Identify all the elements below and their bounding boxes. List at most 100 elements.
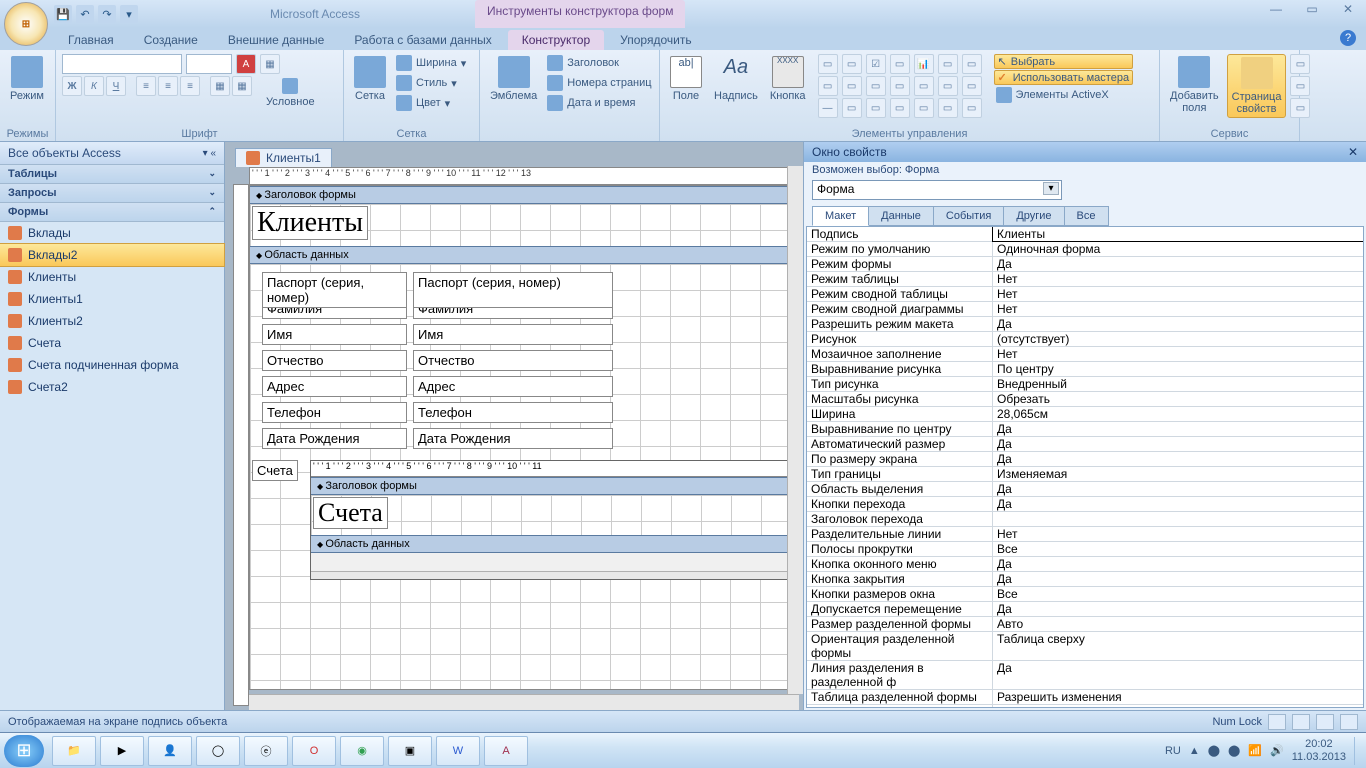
nav-item-form[interactable]: Счета2 bbox=[0, 376, 224, 398]
prop-tab-all[interactable]: Все bbox=[1064, 206, 1109, 226]
field-label[interactable]: Паспорт (серия, номер) bbox=[262, 272, 407, 308]
tray-icon[interactable]: ⬤ bbox=[1208, 744, 1220, 757]
property-value[interactable]: По центру bbox=[993, 362, 1363, 376]
property-value[interactable]: Нет bbox=[993, 302, 1363, 316]
property-value[interactable]: Да bbox=[993, 661, 1363, 689]
nav-item-form[interactable]: Клиенты2 bbox=[0, 310, 224, 332]
tab-external[interactable]: Внешние данные bbox=[214, 30, 339, 50]
subform-icon[interactable]: ▭ bbox=[1290, 54, 1310, 74]
field-control[interactable]: Имя bbox=[413, 324, 613, 345]
property-row[interactable]: Полосы прокруткиВсе bbox=[807, 542, 1363, 557]
document-tab[interactable]: Клиенты1 bbox=[235, 148, 332, 167]
header-button[interactable]: Заголовок bbox=[545, 54, 653, 72]
nav-item-form[interactable]: Клиенты1 bbox=[0, 288, 224, 310]
property-row[interactable]: ПодписьКлиенты bbox=[807, 227, 1363, 242]
align-left-icon[interactable]: ≡ bbox=[136, 76, 156, 96]
save-icon[interactable]: 💾 bbox=[54, 5, 72, 23]
property-value[interactable]: Да bbox=[993, 452, 1363, 466]
redo-icon[interactable]: ↷ bbox=[98, 5, 116, 23]
property-value[interactable]: Да bbox=[993, 257, 1363, 271]
ctrl-icon[interactable]: ▭ bbox=[962, 54, 982, 74]
nav-header[interactable]: Все объекты Access▾ « bbox=[0, 142, 224, 165]
property-row[interactable]: Автоматический размерДа bbox=[807, 437, 1363, 452]
property-value[interactable]: Разрешить изменения bbox=[993, 690, 1363, 704]
conditional-button[interactable]: Условное bbox=[262, 76, 319, 110]
label-control[interactable]: AaНадпись bbox=[710, 54, 762, 104]
tray-flag-icon[interactable]: ▲ bbox=[1189, 745, 1200, 757]
prop-tab-data[interactable]: Данные bbox=[868, 206, 934, 226]
task-opera[interactable]: O bbox=[292, 736, 336, 766]
align-right-icon[interactable]: ≡ bbox=[180, 76, 200, 96]
ctrl-icon[interactable]: ▭ bbox=[890, 54, 910, 74]
property-grid[interactable]: ПодписьКлиентыРежим по умолчаниюОдиночна… bbox=[806, 226, 1364, 708]
ctrl-icon[interactable]: ▭ bbox=[938, 98, 958, 118]
italic-button[interactable]: К bbox=[84, 76, 104, 96]
property-row[interactable]: Разрешить режим макетаДа bbox=[807, 317, 1363, 332]
field-control[interactable]: Адрес bbox=[413, 376, 613, 397]
property-row[interactable]: Режим формыДа bbox=[807, 257, 1363, 272]
tab-design[interactable]: Конструктор bbox=[508, 30, 604, 50]
nav-item-form[interactable]: Клиенты bbox=[0, 266, 224, 288]
property-value[interactable]: Да bbox=[993, 497, 1363, 511]
field-label[interactable]: Имя bbox=[262, 324, 407, 345]
tab-database[interactable]: Работа с базами данных bbox=[340, 30, 505, 50]
property-sheet-button[interactable]: Страница свойств bbox=[1227, 54, 1287, 118]
select-button[interactable]: ↖Выбрать bbox=[994, 54, 1134, 69]
task-app[interactable]: 👤 bbox=[148, 736, 192, 766]
property-row[interactable]: Мозаичное заполнениеНет bbox=[807, 347, 1363, 362]
task-ie[interactable]: ⓔ bbox=[244, 736, 288, 766]
nav-item-form[interactable]: Счета подчиненная форма bbox=[0, 354, 224, 376]
property-row[interactable]: Выравнивание рисункаПо центру bbox=[807, 362, 1363, 377]
textbox-control[interactable]: ab|Поле bbox=[666, 54, 706, 104]
property-value[interactable]: Авто bbox=[993, 617, 1363, 631]
nav-item-form[interactable]: Счета bbox=[0, 332, 224, 354]
ctrl-icon[interactable]: ▭ bbox=[890, 98, 910, 118]
view-button[interactable]: Режим bbox=[6, 54, 48, 104]
task-virtualbox[interactable]: ▣ bbox=[388, 736, 432, 766]
property-row[interactable]: Масштабы рисункаОбрезать bbox=[807, 392, 1363, 407]
bold-button[interactable]: Ж bbox=[62, 76, 82, 96]
property-value[interactable]: Да bbox=[993, 422, 1363, 436]
field-control[interactable]: Отчество bbox=[413, 350, 613, 371]
qat-customize-icon[interactable]: ▾ bbox=[120, 5, 138, 23]
task-explorer[interactable]: 📁 bbox=[52, 736, 96, 766]
propsheet-close-icon[interactable]: ✕ bbox=[1348, 145, 1358, 159]
task-app2[interactable]: ◉ bbox=[340, 736, 384, 766]
property-value[interactable]: Обрезать bbox=[993, 392, 1363, 406]
section-header-bar[interactable]: Заголовок формы bbox=[250, 186, 798, 204]
tray-network-icon[interactable]: 📶 bbox=[1248, 744, 1262, 757]
view-datasheet-icon[interactable] bbox=[1292, 714, 1310, 730]
property-value[interactable]: Нет bbox=[993, 287, 1363, 301]
add-fields-button[interactable]: Добавить поля bbox=[1166, 54, 1223, 116]
start-button[interactable]: ⊞ bbox=[4, 735, 44, 767]
field-control[interactable]: Паспорт (серия, номер) bbox=[413, 272, 613, 308]
scrollbar-horizontal[interactable] bbox=[249, 694, 799, 710]
show-desktop-button[interactable] bbox=[1354, 737, 1362, 765]
property-value[interactable]: Нет bbox=[993, 527, 1363, 541]
close-button[interactable]: ✕ bbox=[1336, 2, 1360, 16]
field-label[interactable]: Дата Рождения bbox=[262, 428, 407, 449]
underline-button[interactable]: Ч bbox=[106, 76, 126, 96]
field-label[interactable]: Адрес bbox=[262, 376, 407, 397]
undo-icon[interactable]: ↶ bbox=[76, 5, 94, 23]
ctrl-icon[interactable]: ▭ bbox=[842, 54, 862, 74]
field-label[interactable]: Телефон bbox=[262, 402, 407, 423]
property-row[interactable]: Кнопки переходаДа bbox=[807, 497, 1363, 512]
property-row[interactable]: Заголовок перехода bbox=[807, 512, 1363, 527]
property-value[interactable]: Да bbox=[993, 557, 1363, 571]
view-design-icon[interactable] bbox=[1340, 714, 1358, 730]
taborder-icon[interactable]: ▭ bbox=[1290, 98, 1310, 118]
tray-icon[interactable]: ⬤ bbox=[1228, 744, 1240, 757]
grid-button[interactable]: Сетка bbox=[350, 54, 390, 104]
ctrl-icon[interactable]: ▭ bbox=[818, 76, 838, 96]
help-icon[interactable]: ? bbox=[1340, 30, 1356, 46]
datetime-button[interactable]: Дата и время bbox=[545, 94, 653, 112]
property-value[interactable] bbox=[993, 512, 1363, 526]
property-value[interactable]: Да bbox=[993, 317, 1363, 331]
property-row[interactable]: Кнопка закрытияДа bbox=[807, 572, 1363, 587]
code-icon[interactable]: ▭ bbox=[1290, 76, 1310, 96]
field-control[interactable]: Телефон bbox=[413, 402, 613, 423]
property-row[interactable]: Режим таблицыНет bbox=[807, 272, 1363, 287]
section-detail-bar[interactable]: Область данных bbox=[250, 246, 798, 264]
scrollbar-vertical[interactable] bbox=[787, 166, 803, 694]
